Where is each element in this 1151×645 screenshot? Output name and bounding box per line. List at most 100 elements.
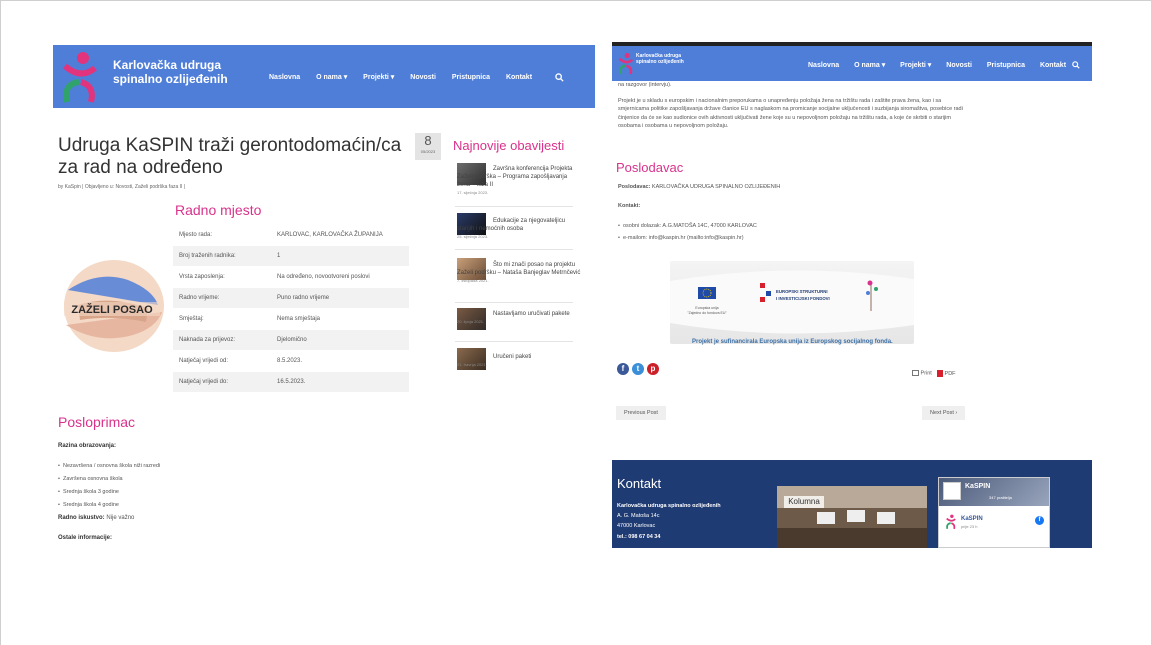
row-key: Naknada za prijevoz: xyxy=(179,337,236,343)
news-date: 21. travnja 2021. xyxy=(457,362,487,368)
news-date: 20. lipnja 2021. xyxy=(457,319,485,325)
pdf-icon xyxy=(937,370,943,377)
pdf-button[interactable]: PDF xyxy=(937,370,956,377)
employer-label: Poslodavac: xyxy=(618,184,651,190)
news-title[interactable]: Uručeni paketi xyxy=(493,354,531,360)
news-title[interactable]: Edukacije za njegovateljicu starijih i n… xyxy=(457,218,565,232)
list-item: • Srednja škola 4 godine xyxy=(58,502,119,508)
row-key: Natječaj vrijedi od: xyxy=(179,358,229,364)
contact-email-link[interactable]: e-mailom: info@kaspin.hr (mailto:info@ka… xyxy=(623,235,744,241)
news-title[interactable]: Nastavljamo uručivati pakete xyxy=(493,311,570,317)
facebook-share-icon[interactable]: f xyxy=(617,363,629,375)
other-info-label: Ostale informacije: xyxy=(58,535,113,541)
footer-title: Kontakt xyxy=(617,476,662,491)
post-meta[interactable]: by KaSpin | Objavljeno u: Novosti, Zažel… xyxy=(58,184,185,190)
fb-post-name[interactable]: KaSPIN xyxy=(961,516,983,522)
next-post-button[interactable]: Next Post › xyxy=(922,406,966,420)
sidebar-title: Najnovije obavijesti xyxy=(453,138,565,153)
list-item[interactable]: • e-mailom: info@kaspin.hr (mailto:info@… xyxy=(618,234,968,242)
nav-o-nama[interactable]: O nama ▾ xyxy=(854,62,885,69)
zazeli-logo-image: ZAŽELI POSAO xyxy=(58,250,166,362)
facebook-widget[interactable]: KaSPIN 347 pratitelja KaSPIN prije 23 h … xyxy=(938,477,1050,548)
education-item: Nezavršena / osnovna škola niži razredi xyxy=(62,463,161,469)
logo-icon[interactable] xyxy=(618,50,634,78)
site-header: Karlovačka udruga spinalno ozlijeđenih N… xyxy=(612,46,1092,81)
zazeli-text: ZAŽELI POSAO xyxy=(71,303,153,316)
footer: Kontakt Karlovačka udruga spinalno ozlij… xyxy=(612,460,1092,548)
eu-label: Europska unija xyxy=(695,306,718,310)
row-key: Natječaj vrijedi do: xyxy=(179,379,229,385)
esi-label-2: I INVESTICIJSKI FONDOVI xyxy=(776,296,830,301)
experience-value: Nije važno xyxy=(104,515,135,521)
divider xyxy=(455,341,573,342)
logo-icon xyxy=(946,514,956,530)
site-header: Karlovačka udruga spinalno ozlijeđenih N… xyxy=(53,45,595,108)
page-title: Udruga KaSPIN traži gerontodomaćin/ca za… xyxy=(58,135,402,178)
news-item[interactable]: Završna konferencija Projekta Zaželi pod… xyxy=(457,165,577,197)
site-brand[interactable]: Karlovačka udruga spinalno ozlijeđenih xyxy=(636,53,684,66)
news-title[interactable]: Što mi znači posao na projektu Zaželi po… xyxy=(457,262,580,276)
list-item: • Nezavršena / osnovna škola niži razred… xyxy=(58,463,161,469)
news-title[interactable]: Završna konferencija Projekta Zaželi pod… xyxy=(457,166,572,188)
nav-naslovna[interactable]: Naslovna xyxy=(269,74,300,81)
list-item: • Završena osnovna škola xyxy=(58,476,123,482)
contact-label: Kontakt: xyxy=(618,202,968,210)
eu-funding-banner: Europska unija "Zajedno do fondova EU" E… xyxy=(670,261,914,344)
site-brand[interactable]: Karlovačka udruga spinalno ozlijeđenih xyxy=(113,58,228,87)
row-value: Djelomično xyxy=(277,337,307,343)
fb-post-time: prije 23 h xyxy=(961,524,978,529)
table-row: Radno vrijeme: Puno radno vrijeme xyxy=(173,288,409,309)
news-item[interactable]: Uručeni paketi 21. travnja 2021. xyxy=(457,353,577,369)
section-posloprimac: Posloprimac xyxy=(58,414,136,430)
logo-icon[interactable] xyxy=(61,50,99,106)
nav-projekti[interactable]: Projekti ▾ xyxy=(363,74,394,81)
project-paragraph: Projekt je u skladu s europskim i nacion… xyxy=(618,98,963,129)
search-icon[interactable] xyxy=(555,73,564,82)
news-item[interactable]: Nastavljamo uručivati pakete 20. lipnja 2… xyxy=(457,310,577,326)
date-day: 8 xyxy=(424,133,432,148)
table-row: Natječaj vrijedi od: 8.5.2023. xyxy=(173,351,409,372)
row-key: Smještaj: xyxy=(179,316,204,322)
print-button[interactable]: Print xyxy=(912,370,932,376)
employer-row: Poslodavac: KARLOVAČKA UDRUGA SPINALNO O… xyxy=(618,183,968,191)
table-row: Natječaj vrijedi do: 16.5.2023. xyxy=(173,372,409,393)
twitter-share-icon[interactable]: t xyxy=(632,363,644,375)
nav-pristupnica[interactable]: Pristupnica xyxy=(987,62,1025,69)
row-value: 16.5.2023. xyxy=(277,379,306,385)
table-row: Naknada za prijevoz: Djelomično xyxy=(173,330,409,351)
section-radno-mjesto: Radno mjesto xyxy=(175,202,262,218)
nav-projekti[interactable]: Projekti ▾ xyxy=(900,62,931,69)
printer-icon xyxy=(912,370,919,376)
divider xyxy=(455,249,573,250)
fb-page-name[interactable]: KaSPIN xyxy=(965,483,990,490)
nav-pristupnica[interactable]: Pristupnica xyxy=(452,74,490,81)
esi-label-1: EUROPSKI STRUKTURNI xyxy=(776,289,828,294)
footer-address-1: A. G. Matoša 14c xyxy=(617,513,660,519)
nav-kontakt[interactable]: Kontakt xyxy=(1040,62,1066,69)
nav-o-nama[interactable]: O nama ▾ xyxy=(316,74,347,81)
row-value: Nema smještaja xyxy=(277,316,321,322)
row-key: Vrsta zaposlenja: xyxy=(179,274,225,280)
facebook-icon[interactable]: f xyxy=(1035,516,1044,525)
nav-kontakt[interactable]: Kontakt xyxy=(506,74,532,81)
row-value: Puno radno vrijeme xyxy=(277,295,330,301)
news-date: 25. siječnja 2023. xyxy=(457,234,489,240)
pdf-label: PDF xyxy=(944,370,956,377)
nav-novosti[interactable]: Novosti xyxy=(410,74,436,81)
brand-line-2: spinalno ozlijeđenih xyxy=(636,58,684,65)
news-item[interactable]: Što mi znači posao na projektu Zaželi po… xyxy=(457,261,585,285)
previous-post-button[interactable]: Previous Post xyxy=(616,406,666,420)
left-page: Karlovačka udruga spinalno ozlijeđenih N… xyxy=(53,45,595,570)
brand-line-1: Karlovačka udruga xyxy=(113,58,222,72)
news-date: 7. listopada 2021. xyxy=(457,278,489,284)
kolumna-photo[interactable]: Kolumna xyxy=(777,486,927,548)
nav-naslovna[interactable]: Naslovna xyxy=(808,62,839,69)
date-badge: 8 05/2023 xyxy=(415,133,441,160)
print-label: Print xyxy=(920,370,932,377)
pinterest-share-icon[interactable]: p xyxy=(647,363,659,375)
intro-tail: na razgovor (intervju). xyxy=(618,82,672,88)
news-item[interactable]: Edukacije za njegovateljicu starijih i n… xyxy=(457,217,577,241)
nav-novosti[interactable]: Novosti xyxy=(946,62,972,69)
date-month: 05/2023 xyxy=(420,149,436,154)
search-icon[interactable] xyxy=(1072,61,1080,69)
